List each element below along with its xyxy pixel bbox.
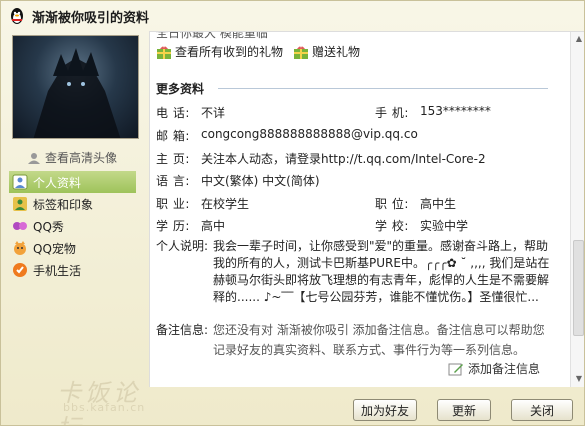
field-phone: 电 话: 不详	[156, 104, 225, 121]
section-divider	[218, 88, 548, 89]
field-value: 不详	[201, 106, 226, 120]
field-value: 在校学生	[201, 197, 250, 211]
field-label: 职 业:	[156, 197, 190, 211]
footer-bar: 加为好友 更新 关闭	[1, 387, 584, 425]
nav-item-label: QQ宠物	[33, 241, 76, 256]
scroll-thumb[interactable]	[573, 240, 584, 336]
nav-item-label: 手机生活	[33, 263, 82, 278]
sidebar-nav: 个人资料 标签和印象 QQ秀 QQ宠物 手机生活	[9, 171, 136, 281]
field-label: 主 页:	[156, 152, 190, 166]
field-value[interactable]: congcong888888888888@vip.qq.co	[201, 127, 418, 144]
remark-line: 您还没有对 渐渐被你吸引 添加备注信息。备注信息可以帮助您	[213, 323, 545, 337]
window-title: 渐渐被你吸引的资料	[32, 10, 150, 26]
qq-penguin-icon	[11, 8, 23, 24]
nav-item-profile[interactable]: 个人资料	[9, 171, 136, 193]
sidebar: 查看高清头像 个人资料 标签和印象 QQ秀 QQ宠物 手机生活 卡饭论 bbs.…	[1, 31, 149, 425]
intro-line: 我的所有的人，测试卡巴斯基PURE中。╭╭╭✿ ˘ ,,,, 我们是站在	[213, 256, 550, 270]
nav-item-tags[interactable]: 标签和印象	[9, 193, 136, 215]
view-gifts-link[interactable]: 查看所有收到的礼物	[156, 43, 283, 60]
gift-icon	[157, 46, 171, 59]
refresh-button[interactable]: 更新	[437, 399, 491, 421]
scroll-up-icon[interactable]: ▲	[573, 34, 584, 46]
vertical-scrollbar[interactable]: ▲ ▼	[570, 32, 584, 387]
intro-line: 释的...... ♪~‾‾【七号公园芬芳，谁能不懂忧伤。】圣懂很忙...	[213, 290, 539, 304]
nav-item-label: 标签和印象	[33, 197, 94, 212]
field-language: 语 言: 中文(繁体) 中文(简体)	[156, 172, 320, 189]
intro-label: 个人说明:	[156, 239, 209, 253]
title-bar: 渐渐被你吸引的资料	[1, 1, 584, 31]
add-friend-button[interactable]: 加为好友	[353, 399, 417, 421]
profile-window: 渐渐被你吸引的资料 查看高清头像 个人资料 标签和印象 QQ秀 QQ宠物 手机生…	[0, 0, 585, 426]
add-remark-label: 添加备注信息	[468, 362, 541, 376]
add-remark-link[interactable]: 添加备注信息	[448, 360, 540, 377]
tag-icon	[13, 197, 27, 211]
field-label: 语 言:	[156, 174, 190, 188]
nav-item-qqpet[interactable]: QQ宠物	[9, 237, 136, 259]
send-gift-link[interactable]: 赠送礼物	[293, 43, 360, 60]
phone-icon	[13, 263, 27, 277]
section-title-more-info: 更多资料	[156, 82, 205, 96]
pet-icon	[14, 241, 26, 255]
portrait-icon	[28, 152, 40, 164]
remark-line: 记录好友的真实资料、联系方式、事件行为等一系列信息。	[213, 343, 526, 357]
remark-info: 备注信息: 您还没有对 渐渐被你吸引 添加备注信息。备注信息可以帮助您 记录好友…	[156, 320, 561, 360]
field-email: 邮 箱: congcong888888888888@vip.qq.co	[156, 127, 418, 144]
field-label: 邮 箱:	[156, 129, 190, 143]
intro-line: 我会一辈子时间，让你感受到"爱"的重量。感谢奋斗路上，帮助	[213, 239, 549, 253]
avatar[interactable]	[12, 35, 139, 139]
field-value: 153********	[420, 104, 491, 118]
view-hd-avatar-link[interactable]: 查看高清头像	[27, 149, 117, 166]
profile-content: 全日你最大 模能重临 查看所有收到的礼物 赠送礼物 更多资料 电 话: 不详 手…	[149, 31, 584, 387]
field-education: 学 历: 高中	[156, 217, 225, 234]
field-value[interactable]: 关注本人动态，请登录http://t.qq.com/Intel-Core-2	[201, 150, 486, 167]
nav-item-qqshow[interactable]: QQ秀	[9, 215, 136, 237]
qqshow-icon	[13, 222, 27, 230]
field-position: 职 位: 高中生	[375, 195, 456, 212]
field-value: 中文(繁体) 中文(简体)	[201, 174, 320, 188]
nav-item-label: 个人资料	[33, 175, 82, 190]
field-label: 学 历:	[156, 219, 190, 233]
gift-icon	[294, 46, 309, 59]
field-homepage: 主 页: 关注本人动态，请登录http://t.qq.com/Intel-Cor…	[156, 150, 486, 167]
field-value: 高中生	[420, 197, 457, 211]
field-value: 高中	[201, 219, 226, 233]
nav-item-label: QQ秀	[33, 219, 64, 234]
field-value: 实验中学	[420, 219, 469, 233]
remark-label: 备注信息:	[156, 323, 209, 337]
field-label: 职 位:	[375, 197, 409, 211]
clipped-top-text: 全日你最大 模能重临	[156, 31, 268, 40]
intro-line: 赫顿马尔街头即将放飞理想的有志青年，彪悍的人生是不需要解	[213, 273, 550, 287]
edit-note-icon	[448, 363, 463, 375]
view-hd-avatar-label: 查看高清头像	[45, 151, 118, 165]
avatar-image	[33, 48, 121, 138]
gift-row: 查看所有收到的礼物 赠送礼物	[156, 43, 360, 60]
field-school: 学 校: 实验中学	[375, 217, 468, 234]
field-label: 手 机:	[375, 106, 409, 120]
scroll-down-icon[interactable]: ▼	[573, 374, 584, 386]
view-gifts-label: 查看所有收到的礼物	[175, 45, 284, 59]
close-button[interactable]: 关闭	[511, 399, 573, 421]
nav-item-mobile[interactable]: 手机生活	[9, 259, 136, 281]
profile-scroll-area: 全日你最大 模能重临 查看所有收到的礼物 赠送礼物 更多资料 电 话: 不详 手…	[150, 32, 568, 387]
field-job: 职 业: 在校学生	[156, 195, 249, 212]
user-icon	[12, 174, 28, 190]
field-label: 学 校:	[375, 219, 409, 233]
send-gift-label: 赠送礼物	[312, 45, 361, 59]
personal-intro: 个人说明: 我会一辈子时间，让你感受到"爱"的重量。感谢奋斗路上，帮助 我的所有…	[156, 238, 561, 306]
field-mobile: 手 机: 153********	[375, 104, 491, 121]
field-label: 电 话:	[156, 106, 190, 120]
